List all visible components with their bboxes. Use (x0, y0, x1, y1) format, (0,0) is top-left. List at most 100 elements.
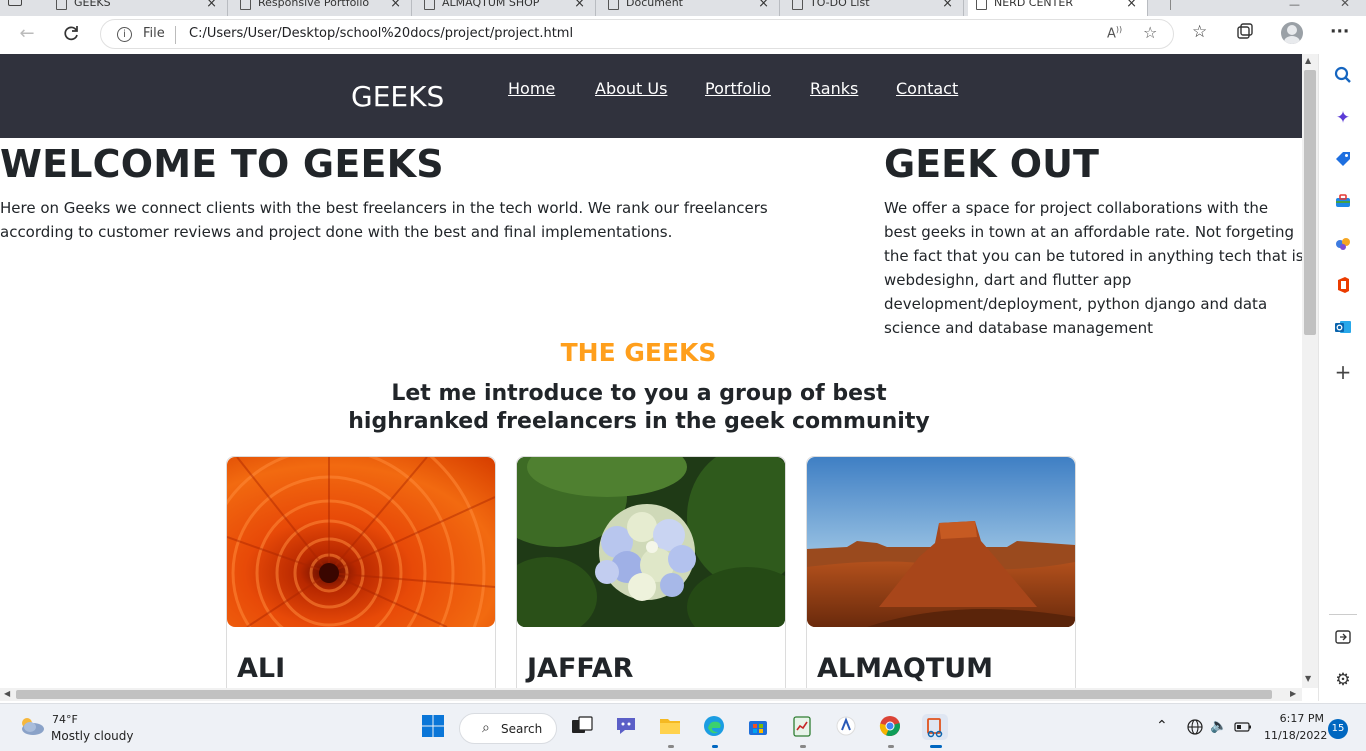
weather-description[interactable]: Mostly cloudy (51, 729, 134, 743)
tools-toolbox-icon[interactable] (1333, 192, 1353, 212)
tab-title: ALMAQTUM SHOP (442, 0, 540, 9)
nav-ranks[interactable]: Ranks (810, 79, 858, 98)
horizontal-scroll-thumb[interactable] (16, 690, 1272, 699)
freelancer-card-jaffar[interactable]: JAFFAR (516, 456, 786, 688)
nav-home[interactable]: Home (508, 79, 555, 98)
refresh-icon[interactable] (60, 23, 82, 45)
add-icon[interactable]: + (1333, 362, 1353, 382)
tab-todo-list[interactable]: TO-DO List × (784, 0, 964, 16)
more-options-icon[interactable]: ··· (1330, 22, 1349, 42)
shopping-tag-icon[interactable] (1333, 150, 1353, 170)
tab-strip: GEEKS × Responsive Portfolio × ALMAQTUM … (0, 0, 1366, 16)
horizontal-scrollbar[interactable]: ◀ ▶ (0, 688, 1302, 701)
nav-portfolio[interactable]: Portfolio (705, 79, 771, 98)
running-indicator (668, 745, 674, 748)
url-text[interactable]: C:/Users/User/Desktop/school%20docs/proj… (189, 26, 573, 41)
collections-icon[interactable] (1236, 22, 1254, 45)
info-icon[interactable]: i (117, 27, 132, 42)
sidebar-collapse-icon[interactable] (1333, 628, 1353, 648)
address-bar[interactable]: i File C:/Users/User/Desktop/school%20do… (100, 19, 1174, 49)
workspaces-icon[interactable] (8, 0, 22, 6)
card-name: ALI (237, 653, 286, 684)
card-name: ALMAQTUM (817, 653, 994, 684)
file-explorer-icon[interactable] (658, 714, 684, 740)
tab-responsive-portfolio[interactable]: Responsive Portfolio × (232, 0, 412, 16)
add-favorite-icon[interactable]: ☆ (1143, 23, 1157, 42)
close-icon[interactable]: × (1126, 0, 1137, 11)
page-icon (976, 0, 987, 10)
copilot-sparkle-icon[interactable]: ✦ (1333, 108, 1353, 128)
outlook-icon[interactable] (1333, 318, 1353, 338)
read-aloud-icon[interactable]: A)) (1107, 25, 1122, 41)
site-brand[interactable]: GEEKS (351, 80, 444, 113)
windows-taskbar: 74°F Mostly cloudy ⌕ Search ⌃ 🔈 6:17 PM … (0, 703, 1366, 751)
the-geeks-subheading: Let me introduce to you a group of best … (348, 381, 930, 434)
sketch-app-icon[interactable] (834, 714, 860, 740)
tab-document[interactable]: Document × (600, 0, 780, 16)
page-icon (56, 0, 67, 10)
vertical-scroll-thumb[interactable] (1304, 70, 1316, 335)
welcome-heading: WELCOME TO GEEKS (0, 142, 444, 186)
back-icon[interactable]: ← (16, 23, 38, 45)
freelancer-card-ali[interactable]: ALI (226, 456, 496, 688)
close-icon[interactable]: × (758, 0, 769, 11)
page-icon (424, 0, 435, 10)
notification-badge[interactable]: 15 (1328, 719, 1348, 739)
close-icon[interactable]: × (390, 0, 401, 11)
taskbar-search[interactable]: ⌕ Search (459, 713, 557, 744)
minimize-icon[interactable]: — (1289, 0, 1300, 11)
close-icon[interactable]: × (942, 0, 953, 11)
edge-browser-icon[interactable] (702, 714, 728, 740)
clock-time[interactable]: 6:17 PM (1278, 712, 1324, 725)
chrome-browser-icon[interactable] (878, 714, 904, 740)
nav-about-us[interactable]: About Us (595, 79, 667, 98)
task-view-icon[interactable] (570, 714, 596, 740)
browser-toolbar: ← i File C:/Users/User/Desktop/school%20… (0, 16, 1366, 52)
tab-title: Document (626, 0, 683, 9)
favorites-icon[interactable]: ☆ (1192, 22, 1207, 42)
search-icon[interactable] (1333, 66, 1353, 86)
nav-contact[interactable]: Contact (896, 79, 958, 98)
scheme-label: File (143, 26, 165, 41)
battery-icon[interactable] (1234, 718, 1252, 740)
windows-start-icon[interactable] (421, 714, 447, 740)
vertical-scrollbar[interactable]: ▲ ▼ (1302, 54, 1318, 688)
clock-date[interactable]: 11/18/2022 (1264, 729, 1327, 742)
freelancer-card-almaqtum[interactable]: ALMAQTUM (806, 456, 1076, 688)
network-globe-icon[interactable] (1186, 718, 1204, 740)
notepad-app-icon[interactable] (790, 714, 816, 740)
close-icon[interactable]: × (206, 0, 217, 11)
volume-icon[interactable]: 🔈 (1210, 718, 1227, 734)
settings-gear-icon[interactable]: ⚙ (1333, 670, 1353, 690)
microsoft-store-icon[interactable] (746, 714, 772, 740)
search-icon: ⌕ (482, 720, 490, 736)
chevron-up-icon[interactable]: ⌃ (1156, 718, 1168, 734)
cloudy-weather-icon[interactable] (18, 716, 46, 736)
close-icon[interactable]: × (574, 0, 585, 11)
scroll-down-icon[interactable]: ▼ (1305, 674, 1311, 683)
games-icon[interactable] (1333, 234, 1353, 254)
tab-nerd-center[interactable]: NERD CENTER × (968, 0, 1148, 16)
search-label: Search (501, 722, 543, 736)
tab-title: TO-DO List (810, 0, 870, 9)
tab-almaqtum-shop[interactable]: ALMAQTUM SHOP × (416, 0, 596, 16)
teams-chat-icon[interactable] (614, 714, 640, 740)
running-indicator (800, 745, 806, 748)
scroll-left-icon[interactable]: ◀ (4, 689, 10, 698)
page-icon (608, 0, 619, 10)
snipping-tool-icon[interactable] (922, 714, 948, 740)
weather-temperature[interactable]: 74°F (52, 713, 78, 726)
address-separator (175, 26, 176, 44)
scroll-right-icon[interactable]: ▶ (1290, 689, 1296, 698)
tab-title: GEEKS (74, 0, 111, 9)
window-close-icon[interactable]: ✕ (1340, 0, 1350, 10)
office-icon[interactable] (1333, 276, 1353, 296)
page-icon (240, 0, 251, 10)
tab-geeks[interactable]: GEEKS × (48, 0, 228, 16)
card-image-hydrangea (517, 457, 785, 627)
scroll-up-icon[interactable]: ▲ (1305, 56, 1311, 65)
geek-out-text: We offer a space for project collaborati… (884, 199, 1302, 337)
the-geeks-heading: THE GEEKS (560, 338, 717, 367)
geek-out-heading: GEEK OUT (884, 142, 1099, 186)
profile-avatar[interactable] (1281, 22, 1303, 44)
